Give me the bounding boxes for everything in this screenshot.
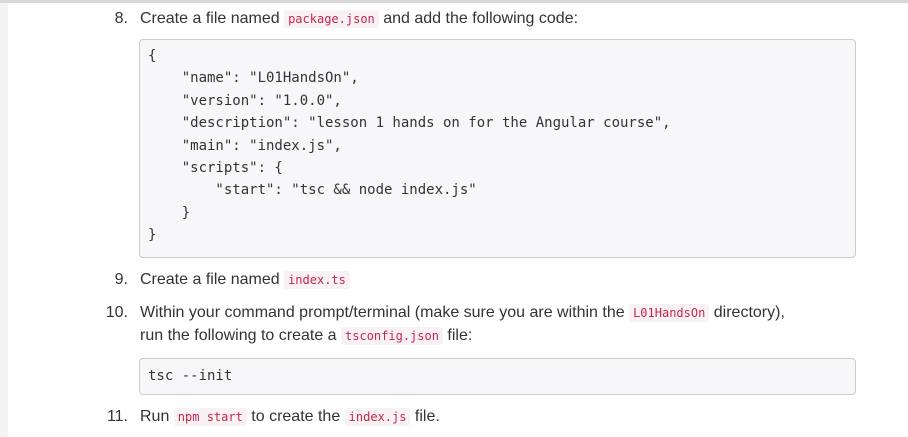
code-line: "description": "lesson 1 hands on for th… [148, 115, 671, 132]
code-line: "start": "tsc && node index.js" [148, 182, 477, 199]
code-line: "scripts": { [148, 159, 283, 176]
code-line: "name": "L01HandsOn", [148, 70, 359, 87]
package-json-code-block[interactable]: { "name": "L01HandsOn", "version": "1.0.… [139, 39, 856, 258]
code-line: { [148, 48, 157, 64]
step-text-after: directory), [709, 304, 785, 321]
code-line: } [148, 204, 191, 221]
step-text-before: run the following to create a [140, 327, 342, 344]
step-number: 10. [105, 304, 128, 321]
code-line: } [148, 227, 157, 244]
code-line: "main": "index.js", [148, 137, 342, 154]
step-text-after: file: [442, 327, 473, 344]
step-text-before: Create a file named [140, 271, 285, 288]
instructions-content: 8. Create a file named package.json and … [8, 3, 908, 437]
tsc-init-code-block[interactable]: tsc --init [139, 358, 856, 395]
step-number: 8. [114, 10, 128, 27]
step-text-middle: to create the [246, 408, 345, 425]
code-line: tsc --init [148, 368, 233, 384]
step-text-line-2: run the following to create a tsconfig.j… [140, 325, 472, 347]
step-text-before: Within your command prompt/terminal (mak… [140, 304, 630, 321]
step-text: Create a file named index.ts [140, 269, 350, 291]
inline-code-directory: L01HandsOn [629, 304, 710, 322]
step-number: 9. [114, 271, 128, 288]
step-text-before: Create a file named [140, 10, 285, 27]
step-number: 11. [106, 408, 128, 425]
inline-code-tsconfig: tsconfig.json [341, 327, 443, 345]
code-line: "version": "1.0.0", [148, 92, 342, 109]
step-text-after: file. [410, 408, 440, 425]
inline-code-npm-start: npm start [173, 408, 247, 426]
step-text-before: Run [140, 408, 174, 425]
step-text: Create a file named package.json and add… [140, 8, 578, 30]
step-text-after: and add the following code: [378, 10, 579, 27]
step-text: Run npm start to create the index.js fil… [140, 406, 440, 428]
inline-code-index-ts: index.ts [284, 271, 350, 289]
inline-code-package-json: package.json [284, 10, 379, 28]
step-text-line-1: Within your command prompt/terminal (mak… [140, 302, 785, 324]
inline-code-index-js: index.js [344, 408, 411, 426]
